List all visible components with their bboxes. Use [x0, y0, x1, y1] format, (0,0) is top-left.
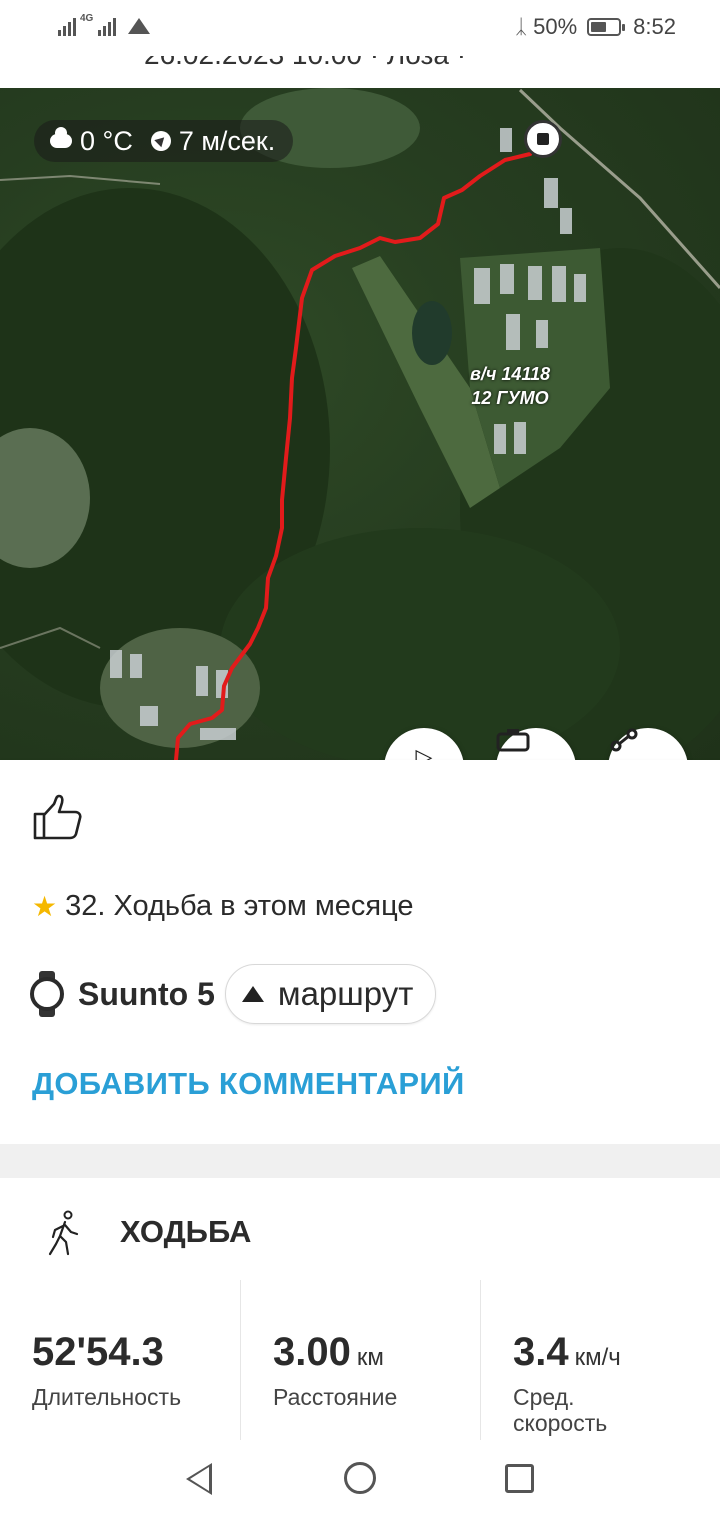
monthly-rank: ★ 32. Ходьба в этом месяце: [32, 890, 414, 923]
route-map[interactable]: 0 °C 7 м/сек. в/ч 14118 12 ГУМО ▷: [0, 88, 720, 760]
wind-direction-icon: [150, 131, 171, 151]
device-name: Suunto 5: [78, 975, 215, 1012]
map-place-label: в/ч 14118 12 ГУМО: [470, 362, 550, 410]
clock: 8:52: [633, 14, 676, 39]
thumbs-up-icon[interactable]: [32, 792, 82, 842]
activity-summary: ХОДЬБА 52'54.3 Длительность 3.00 км Расст…: [0, 1178, 720, 1440]
route-chip-button[interactable]: маршрут: [224, 964, 437, 1024]
camera-icon: [496, 729, 530, 752]
status-bar: 4G ᛣ 50% 8:52: [0, 0, 720, 56]
back-icon[interactable]: [186, 1463, 212, 1495]
map-satellite-layer: [0, 88, 720, 760]
signal-strength-icon-2: [98, 14, 117, 36]
stat-avg-speed[interactable]: 3.4 км/ч Сред. скорость: [480, 1280, 720, 1440]
route-icon: [241, 986, 264, 1002]
stat-distance[interactable]: 3.00 км Расстояние: [240, 1280, 480, 1440]
section-separator: [0, 1144, 720, 1178]
watch-icon: [30, 971, 64, 1017]
stat-value: 3.00 км: [273, 1330, 480, 1380]
rank-text: 32. Ходьба в этом месяце: [65, 890, 414, 922]
stat-label: Сред. скорость: [513, 1384, 608, 1436]
bluetooth-icon: ᛣ: [515, 15, 528, 38]
stat-value: 52'54.3: [32, 1330, 240, 1380]
cloud-icon: [50, 127, 72, 148]
star-icon: ★: [32, 890, 58, 922]
device-row: Suunto 5 маршрут: [30, 964, 437, 1024]
home-icon[interactable]: [344, 1462, 376, 1494]
recent-apps-icon[interactable]: [505, 1464, 534, 1493]
stat-label: Длительность: [32, 1384, 182, 1410]
map-label-line2: 12 ГУМО: [471, 388, 549, 408]
stat-label: Расстояние: [273, 1384, 398, 1410]
signal-strength-icon: [58, 14, 76, 36]
wind-speed: 7 м/сек.: [178, 125, 276, 156]
activity-type-title: ХОДЬБА: [120, 1214, 252, 1249]
avg-speed-unit: км/ч: [574, 1344, 621, 1371]
hotspot-icon: [128, 18, 151, 34]
map-label-line1: в/ч 14118: [470, 364, 551, 384]
distance-value: 3.00: [273, 1330, 351, 1374]
network-type: 4G: [80, 13, 94, 24]
walking-icon: [48, 1210, 79, 1256]
play-icon: ▷: [415, 744, 433, 760]
temperature: 0 °C: [80, 125, 133, 156]
stat-duration[interactable]: 52'54.3 Длительность: [0, 1280, 240, 1440]
battery-icon: [587, 18, 626, 36]
system-nav-bar: [0, 1440, 720, 1520]
activity-card: ★ 32. Ходьба в этом месяце Suunto 5 марш…: [0, 760, 720, 1144]
network-indicators: 4G: [58, 13, 151, 36]
avg-speed-value: 3.4: [513, 1330, 569, 1374]
route-chip-label: маршрут: [277, 975, 414, 1012]
route-end-marker: [524, 120, 562, 158]
weather-badge: 0 °C 7 м/сек.: [34, 120, 294, 162]
distance-unit: км: [356, 1344, 384, 1371]
system-indicators: ᛣ 50% 8:52: [515, 14, 676, 40]
duration-value: 52'54.3: [32, 1330, 164, 1374]
add-comment-button[interactable]: ДОБАВИТЬ КОММЕНТАРИЙ: [32, 1066, 465, 1102]
stat-value: 3.4 км/ч: [513, 1330, 720, 1380]
battery-percent: 50%: [533, 14, 578, 39]
stats-row: 52'54.3 Длительность 3.00 км Расстояние 3…: [0, 1280, 720, 1440]
share-icon: [610, 728, 638, 752]
